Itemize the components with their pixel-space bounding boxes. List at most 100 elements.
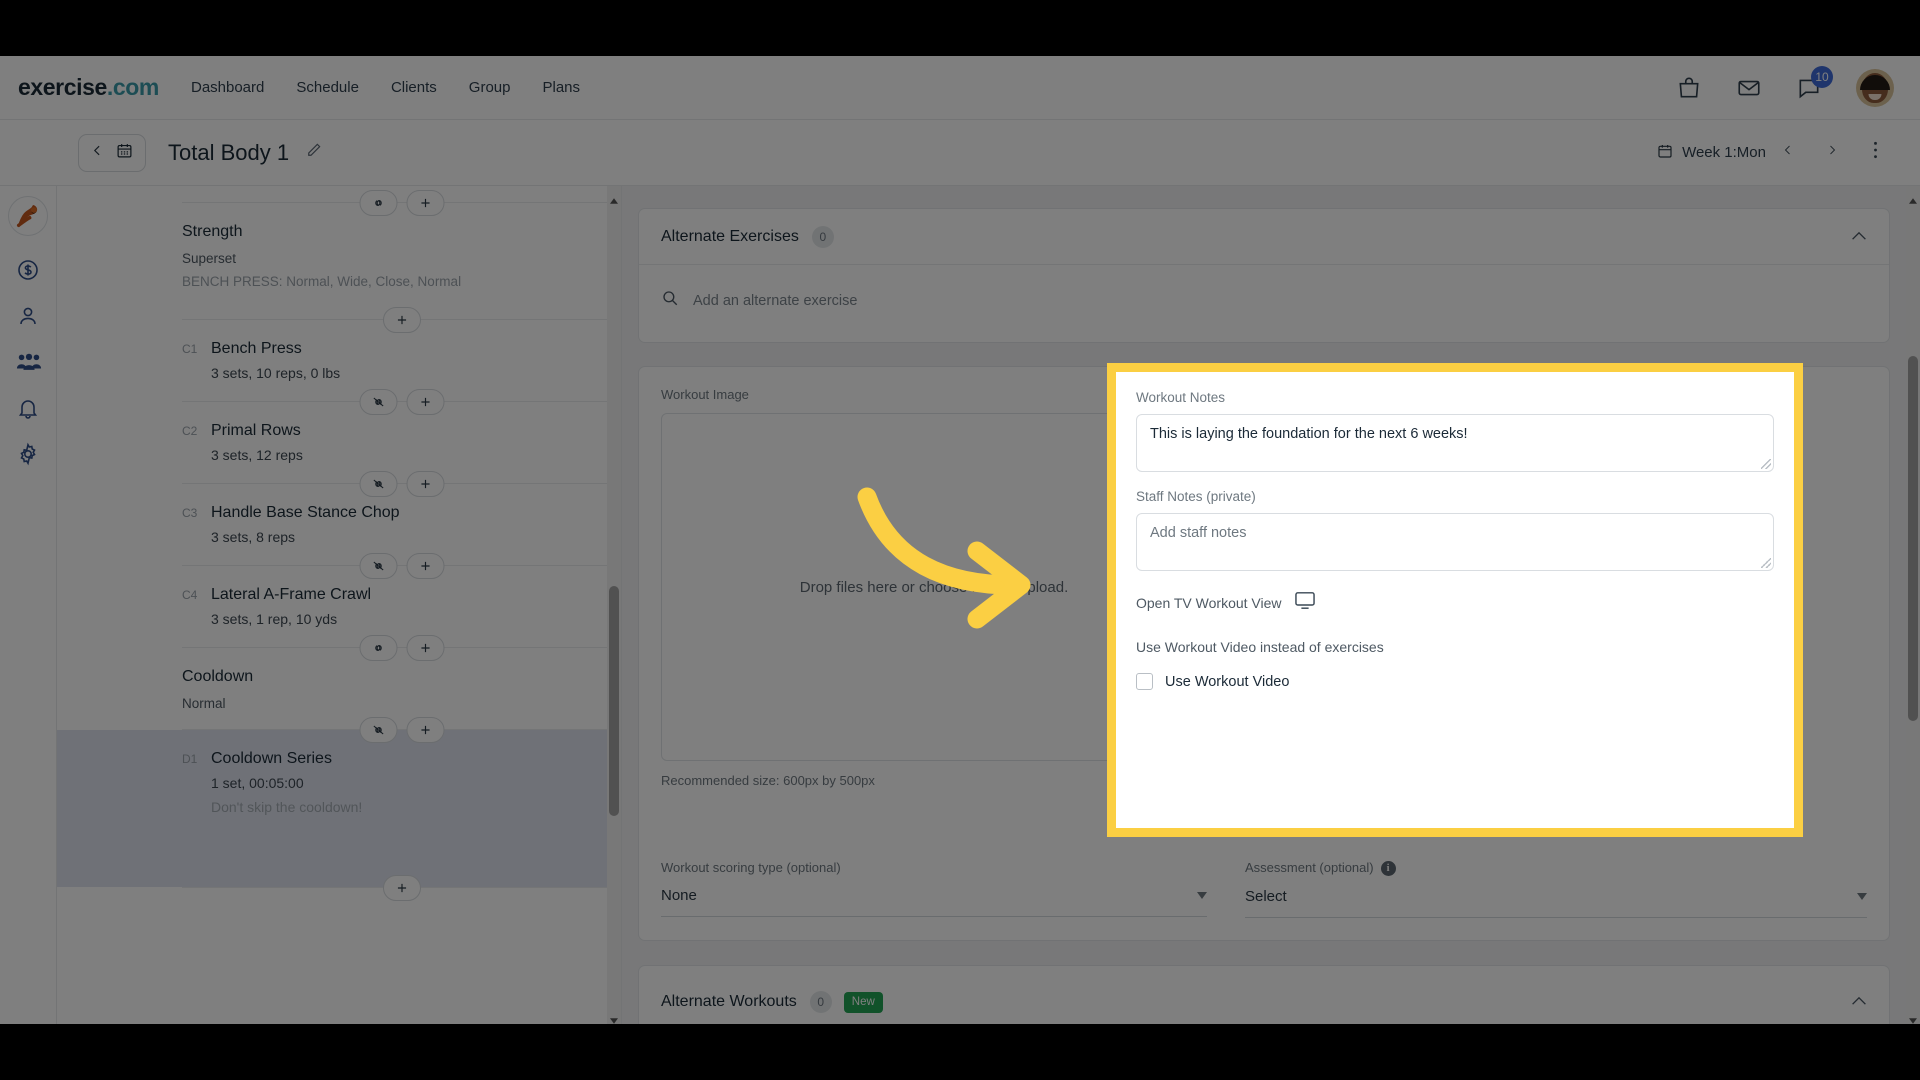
chevron-left-icon (91, 144, 104, 162)
alternate-exercises-title: Alternate Exercises (661, 227, 799, 245)
use-workout-video-checkbox[interactable] (1136, 673, 1153, 690)
divider-row (182, 634, 621, 661)
dollar-circle-icon[interactable] (16, 258, 40, 282)
plus-icon[interactable] (406, 189, 445, 216)
bell-icon[interactable] (16, 396, 40, 420)
left-icon-rail (0, 186, 57, 1024)
scroll-down-arrow-icon[interactable] (1909, 1011, 1917, 1024)
scroll-down-arrow-icon[interactable] (610, 1011, 618, 1024)
unlink-icon[interactable] (359, 716, 398, 743)
list-item[interactable]: D1 Cooldown Series 1 set, 00:05:00 Don't… (57, 730, 621, 887)
use-workout-video-label: Use Workout Video instead of exercises (1136, 639, 1384, 655)
exercise-meta: 3 sets, 1 rep, 10 yds (211, 611, 338, 627)
plus-icon[interactable] (406, 388, 445, 415)
workout-group-strength[interactable]: Strength Superset BENCH PRESS: Normal, W… (182, 203, 621, 303)
exercise-tag: C4 (182, 588, 198, 602)
nav-link-schedule[interactable]: Schedule (296, 79, 359, 96)
group-title: Cooldown (182, 668, 254, 685)
use-workout-video-row[interactable]: Use Workout Video (1136, 673, 1774, 690)
brand-logo[interactable]: exercise.com (18, 74, 159, 101)
next-day-button[interactable] (1810, 141, 1854, 165)
assessment-label: Assessment (optional) i (1245, 860, 1867, 876)
plus-icon[interactable] (406, 716, 445, 743)
workout-notes-textarea[interactable]: This is laying the foundation for the ne… (1136, 414, 1774, 472)
unlink-icon[interactable] (359, 388, 398, 415)
nav-link-plans[interactable]: Plans (543, 79, 581, 96)
chevron-up-icon[interactable] (1851, 993, 1867, 1011)
brand-suffix: .com (106, 74, 159, 100)
gear-icon[interactable] (16, 442, 40, 466)
shopping-bag-icon[interactable] (1676, 75, 1702, 101)
screenshot-root: exercise.com Dashboard Schedule Clients … (0, 0, 1920, 1080)
open-tv-workout-view-label: Open TV Workout View (1136, 595, 1282, 611)
workout-notes-value: This is laying the foundation for the ne… (1150, 426, 1468, 442)
resize-grip-icon[interactable] (1761, 459, 1771, 469)
scroll-up-arrow-icon[interactable] (1909, 191, 1917, 204)
assessment-select[interactable]: Select (1245, 876, 1867, 918)
alternate-workouts-header[interactable]: Alternate Workouts 0 New (639, 966, 1889, 1024)
nav-link-dashboard[interactable]: Dashboard (191, 79, 264, 96)
week-label: Week 1:Mon (1682, 144, 1766, 161)
workout-sub-header: Total Body 1 Week 1:Mon (0, 120, 1920, 186)
plus-icon[interactable] (383, 306, 421, 333)
page-title: Total Body 1 (168, 139, 290, 165)
calendar-icon (116, 142, 133, 164)
unlink-icon[interactable] (359, 552, 398, 579)
search-input[interactable]: Add an alternate exercise (693, 293, 857, 309)
plus-icon[interactable] (406, 552, 445, 579)
caret-down-icon (1857, 891, 1867, 903)
workout-builder-panel: Strength Superset BENCH PRESS: Normal, W… (57, 186, 622, 1024)
exercise-name: Primal Rows (211, 422, 301, 439)
pencil-icon[interactable] (305, 141, 323, 164)
vertical-dots-icon[interactable] (1854, 140, 1896, 166)
workout-scoring-select[interactable]: None (661, 875, 1207, 917)
scrollbar-thumb[interactable] (1908, 356, 1918, 721)
top-nav-actions: 10 (1676, 65, 1894, 107)
exercise-meta: 3 sets, 8 reps (211, 529, 296, 545)
primary-nav-links: Dashboard Schedule Clients Group Plans (191, 79, 580, 96)
envelope-icon[interactable] (1736, 75, 1762, 101)
exercise-name: Cooldown Series (211, 750, 332, 767)
week-navigation: Week 1:Mon (1657, 140, 1896, 166)
kettlebell-logo-icon[interactable] (8, 196, 48, 236)
left-panel-scrollbar[interactable] (607, 186, 621, 1024)
assessment-value: Select (1245, 888, 1287, 905)
people-group-icon[interactable] (16, 350, 42, 374)
main-panel-scrollbar[interactable] (1906, 186, 1920, 1024)
monitor-icon[interactable] (1294, 591, 1316, 615)
open-tv-workout-view-row[interactable]: Open TV Workout View (1136, 591, 1774, 615)
link-icon[interactable] (359, 189, 398, 216)
scrollbar-thumb[interactable] (609, 586, 619, 816)
caret-down-icon (1197, 890, 1207, 902)
link-icon[interactable] (359, 634, 398, 661)
scroll-up-arrow-icon[interactable] (610, 191, 618, 204)
person-icon[interactable] (16, 304, 40, 328)
chat-bubble-icon[interactable]: 10 (1796, 65, 1833, 101)
chevron-up-icon[interactable] (1851, 228, 1867, 246)
avatar-hair (1860, 74, 1890, 90)
back-to-calendar-button[interactable] (78, 133, 146, 172)
exercise-name: Handle Base Stance Chop (211, 504, 400, 521)
workout-notes-panel: Workout Notes This is laying the foundat… (1116, 372, 1794, 828)
alternate-exercises-header[interactable]: Alternate Exercises 0 (639, 209, 1889, 265)
search-icon (661, 289, 679, 312)
avatar[interactable] (1856, 68, 1894, 107)
divider-row (182, 874, 621, 901)
previous-day-button[interactable] (1766, 141, 1810, 165)
staff-notes-textarea[interactable]: Add staff notes (1136, 513, 1774, 571)
unlink-icon[interactable] (359, 470, 398, 497)
nav-link-clients[interactable]: Clients (391, 79, 437, 96)
alternate-exercises-count: 0 (811, 225, 834, 248)
info-icon[interactable]: i (1380, 861, 1396, 876)
plus-icon[interactable] (406, 634, 445, 661)
week-selector[interactable]: Week 1:Mon (1657, 143, 1766, 163)
plus-icon[interactable] (406, 470, 445, 497)
alternate-exercise-search-row[interactable]: Add an alternate exercise (639, 265, 1889, 336)
nav-link-group[interactable]: Group (469, 79, 511, 96)
exercise-meta: 3 sets, 12 reps (211, 447, 303, 463)
workout-notes-label: Workout Notes (1136, 390, 1226, 405)
plus-icon[interactable] (383, 874, 421, 901)
exercise-tag: D1 (182, 752, 198, 766)
use-workout-video-checkbox-label: Use Workout Video (1165, 673, 1290, 690)
resize-grip-icon[interactable] (1761, 558, 1771, 568)
